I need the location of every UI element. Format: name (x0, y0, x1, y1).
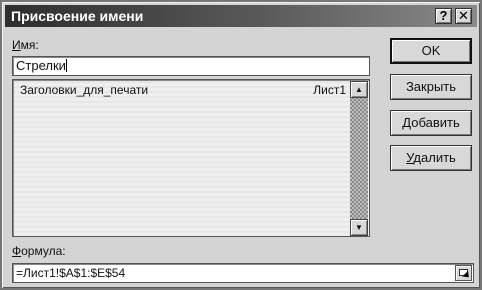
names-listbox[interactable]: Заголовки_для_печати Лист1 ▲ ▼ (12, 79, 370, 237)
list-item-sheet: Лист1 (313, 83, 346, 97)
dialog-title: Присвоение имени (11, 8, 144, 24)
formula-input[interactable]: =Лист1!$A$1:$E$54 (12, 263, 474, 283)
delete-button[interactable]: Удалить (390, 145, 472, 171)
define-name-dialog: Присвоение имени ? ✕ Имя: Стрелки Заголо… (0, 0, 482, 290)
formula-label: Формула: (12, 244, 66, 258)
close-button[interactable]: Закрыть (390, 74, 472, 100)
collapse-dialog-icon[interactable] (455, 265, 472, 281)
title-bar: Присвоение имени ? ✕ (5, 5, 477, 27)
name-input-value: Стрелки (16, 58, 66, 73)
name-label: Имя: (12, 38, 39, 52)
help-icon[interactable]: ? (435, 8, 452, 24)
add-button[interactable]: Добавить (390, 110, 472, 136)
scroll-down-icon[interactable]: ▼ (350, 219, 368, 236)
text-caret (65, 59, 67, 72)
close-icon[interactable]: ✕ (455, 8, 472, 24)
name-input[interactable]: Стрелки (12, 56, 370, 76)
list-item[interactable]: Заголовки_для_печати Лист1 (14, 82, 350, 99)
list-item-name: Заголовки_для_печати (20, 83, 149, 97)
names-list-scrollbar[interactable]: ▲ ▼ (350, 81, 368, 236)
names-list-area: Заголовки_для_печати Лист1 (14, 81, 350, 236)
scroll-up-icon[interactable]: ▲ (350, 81, 368, 98)
formula-input-value: =Лист1!$A$1:$E$54 (16, 266, 126, 280)
ok-button[interactable]: OK (390, 38, 472, 64)
